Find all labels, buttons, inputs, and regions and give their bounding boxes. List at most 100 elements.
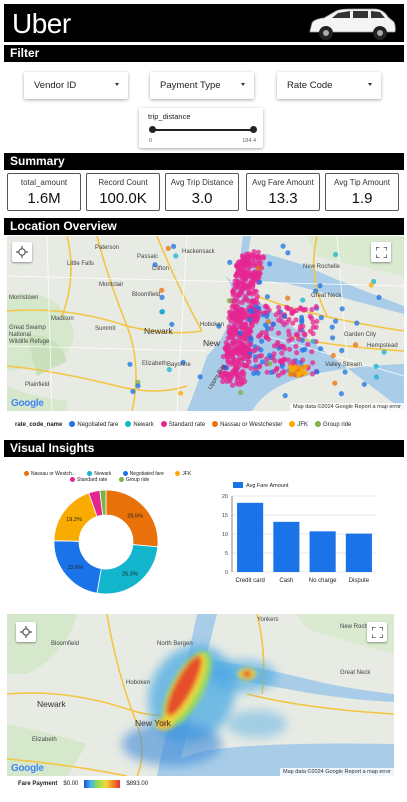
location-map[interactable]: Hackensack Passaic Paterson Little Falls… [7,236,404,411]
summary-card-record-count: Record Count 100.0K [86,173,160,211]
rate-code-donut-chart: 26.5% 26.3% 22.6% 19.2% [53,489,159,595]
map-locate-button[interactable] [16,622,36,642]
trip-point [235,363,242,370]
avg-fare-bar-chart: 0 5 10 15 20 Credit card Cash No charge Dispute [222,494,377,584]
bar[interactable] [309,531,336,572]
slider-min-handle[interactable] [149,126,156,133]
trip-point [287,364,293,370]
trip-point [247,326,253,332]
y-tick-label: 15 [222,513,228,519]
summary-card-total-amount: total_amount 1.6M [7,173,81,211]
trip-point [307,313,313,319]
map-fullscreen-button[interactable] [371,242,391,262]
trip-point [250,270,256,276]
donut-slice[interactable] [96,544,159,595]
uber-logo: Uber [12,8,71,39]
map-label-new-rochelle: New Rochelle [303,264,341,270]
trip-point [159,294,165,300]
legend-item-group-ride[interactable]: Group ride [315,421,351,428]
map-label-new-york: New York [135,718,171,728]
legend-swatch [125,421,132,427]
card-value: 100.0K [99,190,147,207]
donut-slice-label: 26.5% [127,513,143,519]
legend-swatch [87,471,93,476]
trip-point [231,286,237,292]
donut-legend-item[interactable]: Group ride [118,477,155,483]
trip-point [313,324,319,330]
trip-point [237,381,243,387]
trip-point [332,380,338,386]
trip-point [265,319,271,325]
trip-point [330,335,336,341]
map-background [7,614,394,776]
donut-legend-item[interactable]: JFK [175,471,196,477]
legend-item-standard[interactable]: Standard rate [160,421,205,428]
trip-point [329,324,335,330]
summary-card-avg-trip-distance: Avg Trip Distance 3.0 [165,173,239,211]
y-tick-label: 0 [225,570,228,576]
summary-card-avg-tip-amount: Avg Tip Amount 1.9 [325,173,399,211]
trip-point [314,318,320,324]
trip-point [226,328,232,334]
donut-legend-item[interactable]: Standard rate [70,477,112,483]
bar[interactable] [237,502,264,572]
trip-point [373,374,380,380]
heat-scale-max: $893.00 [126,781,149,787]
legend-item-newark[interactable]: Newark [125,421,154,428]
rate-code-dropdown[interactable]: Rate Code [277,72,381,99]
trip-point [230,359,236,365]
map-label-bayonne: Bayonne [167,362,191,368]
x-tick-label: Cash [279,578,293,584]
trip-point [253,296,259,302]
trip-point [256,353,262,359]
legend-item-negotiated[interactable]: Negotiated fare [69,421,118,428]
legend-item-jfk[interactable]: JFK [289,421,308,428]
trip-point [165,245,171,251]
legend-label: Group ride [323,422,352,428]
trip-point [297,305,304,311]
legend-label: Nassau or Westchester [220,422,283,428]
trip-point [226,298,232,304]
map-attribution[interactable]: Map data ©2024 Google Report a map error [289,403,404,411]
trip-point [279,350,285,356]
legend-label: Newark [133,422,154,428]
trip-point [318,315,324,321]
bar-legend: Avg Fare Amount [233,482,288,489]
map-label-clifton: Clifton [152,266,170,272]
slider-max-handle[interactable] [250,126,257,133]
map-attribution[interactable]: Map data ©2024 Google Report a map error [279,768,394,776]
trip-point [286,332,292,338]
trip-point [285,250,291,256]
trip-point [253,317,259,323]
slider-track[interactable] [151,129,253,131]
trip-point [259,338,265,344]
trip-point [294,350,300,356]
caret-down-icon [241,83,245,86]
trip-point [318,346,324,352]
trip-distance-slider[interactable]: trip_distance 0 184.4 [139,108,263,148]
trip-point [310,360,316,366]
locate-icon [16,246,28,258]
map-locate-button[interactable] [12,242,32,262]
legend-item-nassau[interactable]: Nassau or Westchester [212,421,282,428]
y-tick-label: 20 [222,494,228,500]
map-label-plainfield: Plainfield [25,382,50,388]
trip-point [267,352,273,358]
payment-type-dropdown[interactable]: Payment Type [150,72,254,99]
trip-point [248,365,254,371]
trip-point [237,292,243,298]
trip-point [223,340,229,346]
vendor-id-dropdown[interactable]: Vendor ID [24,72,128,99]
google-logo: Google [11,398,44,409]
trip-point [381,349,387,355]
map-fullscreen-button[interactable] [367,622,387,642]
card-value: 1.9 [351,190,373,207]
bar[interactable] [273,521,300,572]
bar[interactable] [345,533,372,572]
fare-heat-map[interactable]: Bloomfield North Bergen Yonkers New Roch… [7,614,394,776]
trip-point [314,369,320,375]
trip-point [228,374,234,380]
card-title: Avg Trip Distance [170,178,234,187]
map-label-paterson: Paterson [95,245,120,251]
trip-point [361,381,367,387]
